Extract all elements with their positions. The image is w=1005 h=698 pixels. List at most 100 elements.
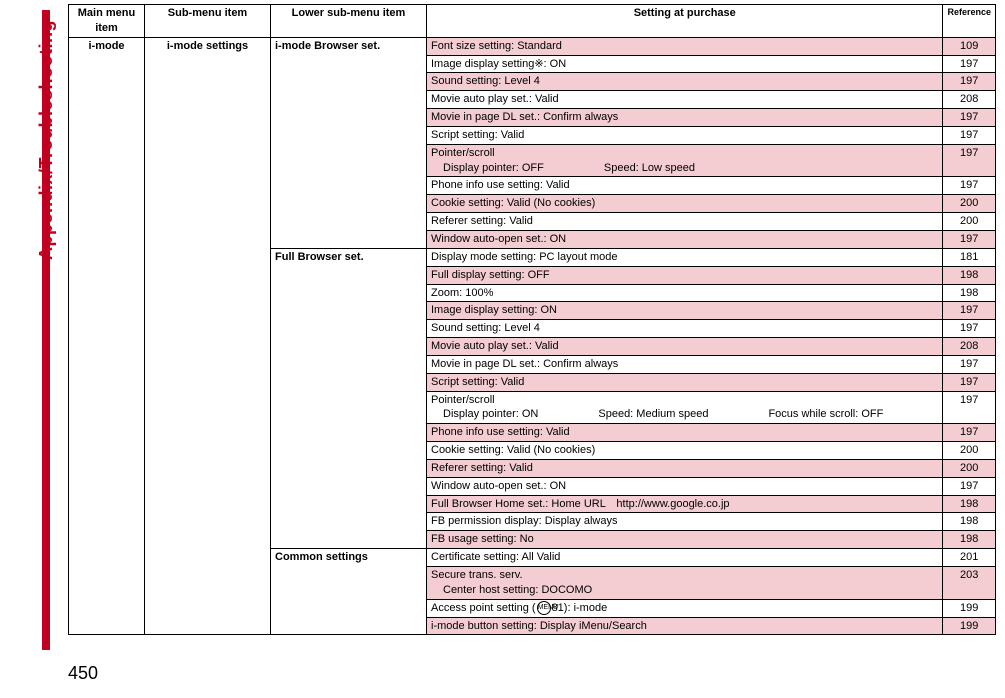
setting-cell: Image display setting※: ON	[427, 55, 943, 73]
setting-cell: Certificate setting: All Valid	[427, 549, 943, 567]
setting-cell: Phone info use setting: Valid	[427, 177, 943, 195]
setting-cell: Phone info use setting: Valid	[427, 424, 943, 442]
setting-cell: Full Browser Home set.: Home URL http://…	[427, 495, 943, 513]
setting-text: FB permission display: Display always	[431, 515, 617, 527]
sub-menu-item: i-mode settings	[145, 37, 271, 635]
lower-sub-menu-item: Common settings	[271, 549, 427, 635]
page-number: 450	[68, 663, 98, 684]
setting-text: 81): i-mode	[552, 602, 608, 614]
reference-page: 198	[943, 513, 996, 531]
reference-page: 181	[943, 248, 996, 266]
setting-subline: Display pointer: OFF Speed: Low speed	[431, 161, 938, 176]
setting-subline: Center host setting: DOCOMO	[431, 583, 938, 598]
reference-page: 197	[943, 230, 996, 248]
menu-key-icon: MENU	[537, 601, 551, 615]
main-menu-item: i-mode	[69, 37, 145, 635]
reference-page: 203	[943, 567, 996, 600]
setting-text: Secure trans. serv.	[431, 569, 523, 581]
reference-page: 200	[943, 459, 996, 477]
reference-page: 200	[943, 442, 996, 460]
reference-page: 208	[943, 91, 996, 109]
setting-cell: Script setting: Valid	[427, 126, 943, 144]
setting-text: Image display setting: ON	[431, 304, 557, 316]
setting-text: Window auto-open set.: ON	[431, 480, 566, 492]
setting-text: Script setting: Valid	[431, 376, 524, 388]
setting-text: Movie auto play set.: Valid	[431, 93, 559, 105]
reference-page: 200	[943, 195, 996, 213]
reference-page: 208	[943, 338, 996, 356]
setting-cell: Script setting: Valid	[427, 373, 943, 391]
setting-cell: Access point setting (MENU81): i-mode	[427, 599, 943, 617]
setting-subline: Display pointer: ON Speed: Medium speed Fo…	[431, 407, 938, 422]
reference-page: 197	[943, 424, 996, 442]
setting-text: Phone info use setting: Valid	[431, 179, 570, 191]
setting-text: Window auto-open set.: ON	[431, 233, 566, 245]
reference-page: 200	[943, 213, 996, 231]
reference-page: 198	[943, 284, 996, 302]
setting-text: Display mode setting: PC layout mode	[431, 251, 617, 263]
setting-cell: Font size setting: Standard	[427, 37, 943, 55]
setting-header: Setting at purchase	[427, 5, 943, 38]
setting-subline-part: Display pointer: OFF	[443, 162, 544, 174]
settings-table: Main menu itemSub-menu itemLower sub-men…	[68, 4, 996, 635]
setting-cell: Cookie setting: Valid (No cookies)	[427, 442, 943, 460]
setting-text: Zoom: 100%	[431, 287, 493, 299]
setting-text: Certificate setting: All Valid	[431, 551, 560, 563]
setting-text: Cookie setting: Valid (No cookies)	[431, 444, 595, 456]
setting-text: Image display setting※: ON	[431, 58, 566, 70]
setting-cell: FB permission display: Display always	[427, 513, 943, 531]
reference-page: 197	[943, 355, 996, 373]
setting-cell: Pointer/scroll Display pointer: ON Speed: …	[427, 391, 943, 424]
setting-text: Access point setting (	[431, 602, 536, 614]
setting-cell: Sound setting: Level 4	[427, 320, 943, 338]
main-menu-header: Main menu item	[69, 5, 145, 38]
setting-cell: Referer setting: Valid	[427, 213, 943, 231]
setting-text: Phone info use setting: Valid	[431, 426, 570, 438]
reference-page: 198	[943, 531, 996, 549]
setting-subline-part: Speed: Low speed	[604, 162, 695, 174]
lower-sub-menu-item: i-mode Browser set.	[271, 37, 427, 248]
setting-subline-part: Focus while scroll: OFF	[768, 408, 883, 420]
setting-cell: Movie in page DL set.: Confirm always	[427, 109, 943, 127]
setting-cell: Referer setting: Valid	[427, 459, 943, 477]
reference-page: 197	[943, 126, 996, 144]
setting-text: Full display setting: OFF	[431, 269, 550, 281]
setting-text: Pointer/scroll	[431, 394, 495, 406]
setting-text: Script setting: Valid	[431, 129, 524, 141]
setting-cell: Zoom: 100%	[427, 284, 943, 302]
reference-page: 197	[943, 144, 996, 177]
setting-text: Cookie setting: Valid (No cookies)	[431, 197, 595, 209]
reference-page: 197	[943, 109, 996, 127]
setting-cell: Secure trans. serv. Center host setting: …	[427, 567, 943, 600]
setting-cell: Movie auto play set.: Valid	[427, 91, 943, 109]
setting-subline-part: Display pointer: ON	[443, 408, 538, 420]
reference-page: 199	[943, 599, 996, 617]
lower-sub-menu-item: Full Browser set.	[271, 248, 427, 548]
table-row: i-modei-mode settingsi-mode Browser set.…	[69, 37, 996, 55]
reference-page: 201	[943, 549, 996, 567]
setting-text: Movie in page DL set.: Confirm always	[431, 358, 618, 370]
setting-cell: Movie auto play set.: Valid	[427, 338, 943, 356]
setting-cell: Window auto-open set.: ON	[427, 230, 943, 248]
setting-text: Pointer/scroll	[431, 147, 495, 159]
setting-cell: Sound setting: Level 4	[427, 73, 943, 91]
setting-cell: Pointer/scroll Display pointer: OFF Speed:…	[427, 144, 943, 177]
lower-sub-header: Lower sub-menu item	[271, 5, 427, 38]
reference-page: 197	[943, 320, 996, 338]
setting-text: Full Browser Home set.: Home URL http://…	[431, 498, 730, 510]
setting-text: Sound setting: Level 4	[431, 322, 540, 334]
reference-page: 197	[943, 373, 996, 391]
setting-subline-part: Speed: Medium speed	[598, 408, 708, 420]
setting-text: Sound setting: Level 4	[431, 75, 540, 87]
reference-page: 198	[943, 266, 996, 284]
setting-subline-part: Center host setting: DOCOMO	[443, 584, 592, 596]
setting-text: Referer setting: Valid	[431, 462, 533, 474]
setting-cell: Image display setting: ON	[427, 302, 943, 320]
reference-page: 197	[943, 177, 996, 195]
reference-page: 197	[943, 55, 996, 73]
setting-cell: Window auto-open set.: ON	[427, 477, 943, 495]
setting-cell: Cookie setting: Valid (No cookies)	[427, 195, 943, 213]
reference-page: 197	[943, 73, 996, 91]
setting-text: Font size setting: Standard	[431, 40, 562, 52]
reference-page: 199	[943, 617, 996, 635]
